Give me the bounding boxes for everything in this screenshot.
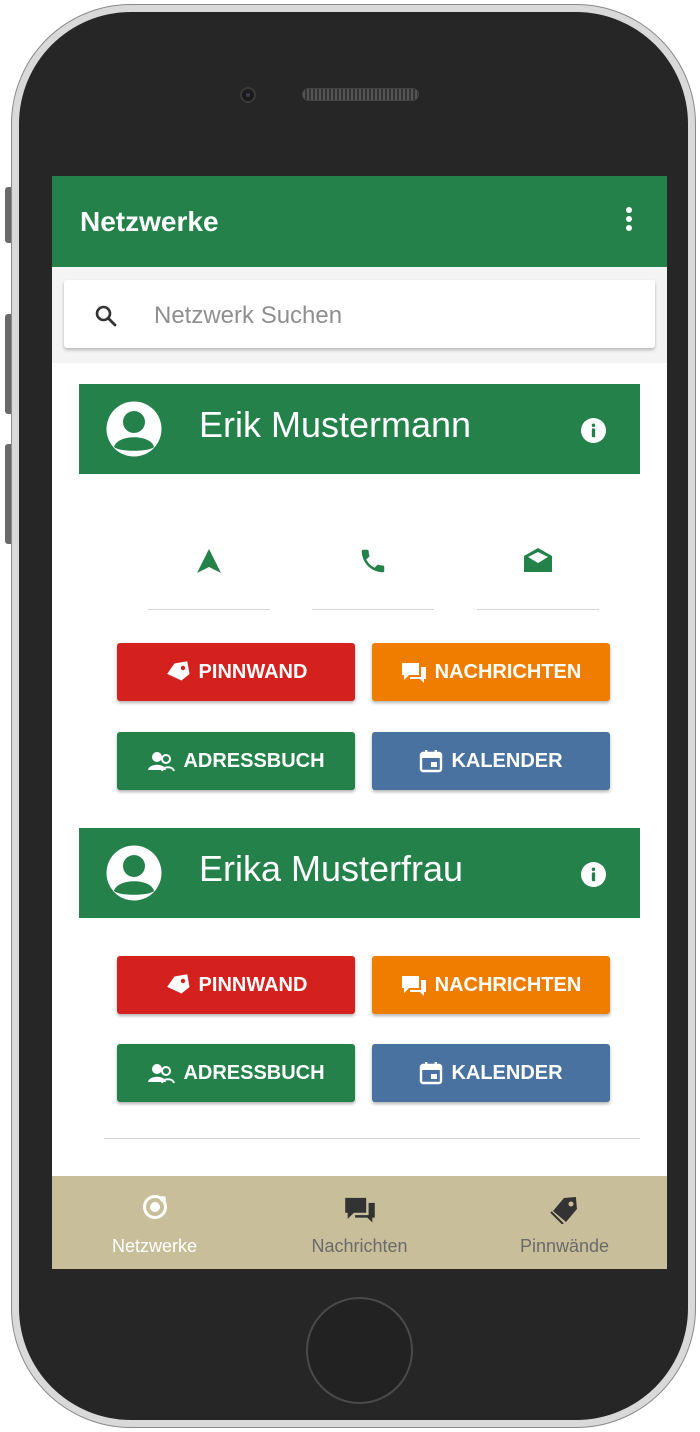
- header-underline: [197, 474, 640, 476]
- tab-netzwerke[interactable]: Netzwerke: [52, 1176, 257, 1269]
- search-placeholder: Netzwerk Suchen: [154, 302, 343, 329]
- header-underline: [197, 918, 640, 920]
- search-icon: [95, 305, 117, 327]
- calendar-icon: [420, 750, 443, 773]
- chat-icon: [401, 976, 426, 996]
- tab-label: Pinnwände: [519, 1236, 610, 1256]
- calendar-icon: [420, 1062, 443, 1085]
- kalender-label: KALENDER: [451, 1061, 563, 1084]
- tab-label: Netzwerke: [111, 1236, 198, 1256]
- adressbuch-button[interactable]: ADRESSBUCH: [117, 1044, 355, 1102]
- earpiece-speaker: [302, 88, 419, 101]
- nachrichten-button[interactable]: NACHRICHTEN: [372, 956, 610, 1014]
- tab-label: Nachrichten: [311, 1236, 408, 1256]
- front-camera: [240, 87, 256, 103]
- app-toolbar: Netzwerke: [52, 176, 667, 267]
- list-divider: [104, 1138, 640, 1139]
- tab-bar: Netzwerke Nachrichten Pinnwände: [52, 1176, 667, 1269]
- tags-icon: [549, 1196, 577, 1224]
- contacts-icon: [148, 1064, 176, 1084]
- person-card-header[interactable]: Erika Musterfrau: [79, 828, 640, 920]
- tab-nachrichten[interactable]: Nachrichten: [257, 1176, 462, 1269]
- chat-bubbles-icon: [344, 1197, 375, 1223]
- home-button[interactable]: [306, 1297, 413, 1404]
- chat-icon: [401, 663, 426, 683]
- nachrichten-button[interactable]: NACHRICHTEN: [372, 643, 610, 701]
- person-icon: [106, 401, 162, 457]
- mail-open-icon: [524, 548, 552, 572]
- pinnwand-label: PINNWAND: [198, 660, 308, 683]
- navigate-button[interactable]: [148, 548, 270, 610]
- nachrichten-label: NACHRICHTEN: [434, 660, 582, 683]
- nachrichten-label: NACHRICHTEN: [434, 973, 582, 996]
- pinnwand-label: PINNWAND: [198, 973, 308, 996]
- person-icon: [106, 845, 162, 901]
- kalender-button[interactable]: KALENDER: [372, 732, 610, 790]
- app-screen: Netzwerke Netzwerk Suchen Erik Musterman…: [52, 176, 667, 1269]
- adressbuch-label: ADRESSBUCH: [183, 1061, 325, 1084]
- search-input[interactable]: Netzwerk Suchen: [64, 280, 655, 348]
- tab-pinnwaende[interactable]: Pinnwände: [462, 1176, 667, 1269]
- tag-icon: [166, 974, 190, 994]
- adressbuch-label: ADRESSBUCH: [183, 749, 325, 772]
- info-icon[interactable]: [581, 862, 606, 887]
- person-name: Erika Musterfrau: [199, 848, 464, 889]
- email-button[interactable]: [477, 548, 599, 610]
- pinnwand-button[interactable]: PINNWAND: [117, 956, 355, 1014]
- tag-icon: [166, 661, 190, 681]
- phone-icon: [361, 549, 385, 573]
- pinnwand-button[interactable]: PINNWAND: [117, 643, 355, 701]
- ionic-icon: [142, 1195, 167, 1219]
- person-card-header[interactable]: Erik Mustermann: [79, 384, 640, 476]
- kalender-button[interactable]: KALENDER: [372, 1044, 610, 1102]
- page-title: Netzwerke: [80, 206, 219, 237]
- person-name: Erik Mustermann: [199, 404, 472, 445]
- contacts-icon: [148, 752, 176, 772]
- call-button[interactable]: [312, 548, 434, 610]
- adressbuch-button[interactable]: ADRESSBUCH: [117, 732, 355, 790]
- info-icon[interactable]: [581, 418, 606, 443]
- search-area: Netzwerk Suchen: [52, 267, 667, 363]
- kalender-label: KALENDER: [451, 749, 563, 772]
- navigation-icon: [197, 549, 221, 573]
- more-vertical-icon[interactable]: [622, 207, 636, 237]
